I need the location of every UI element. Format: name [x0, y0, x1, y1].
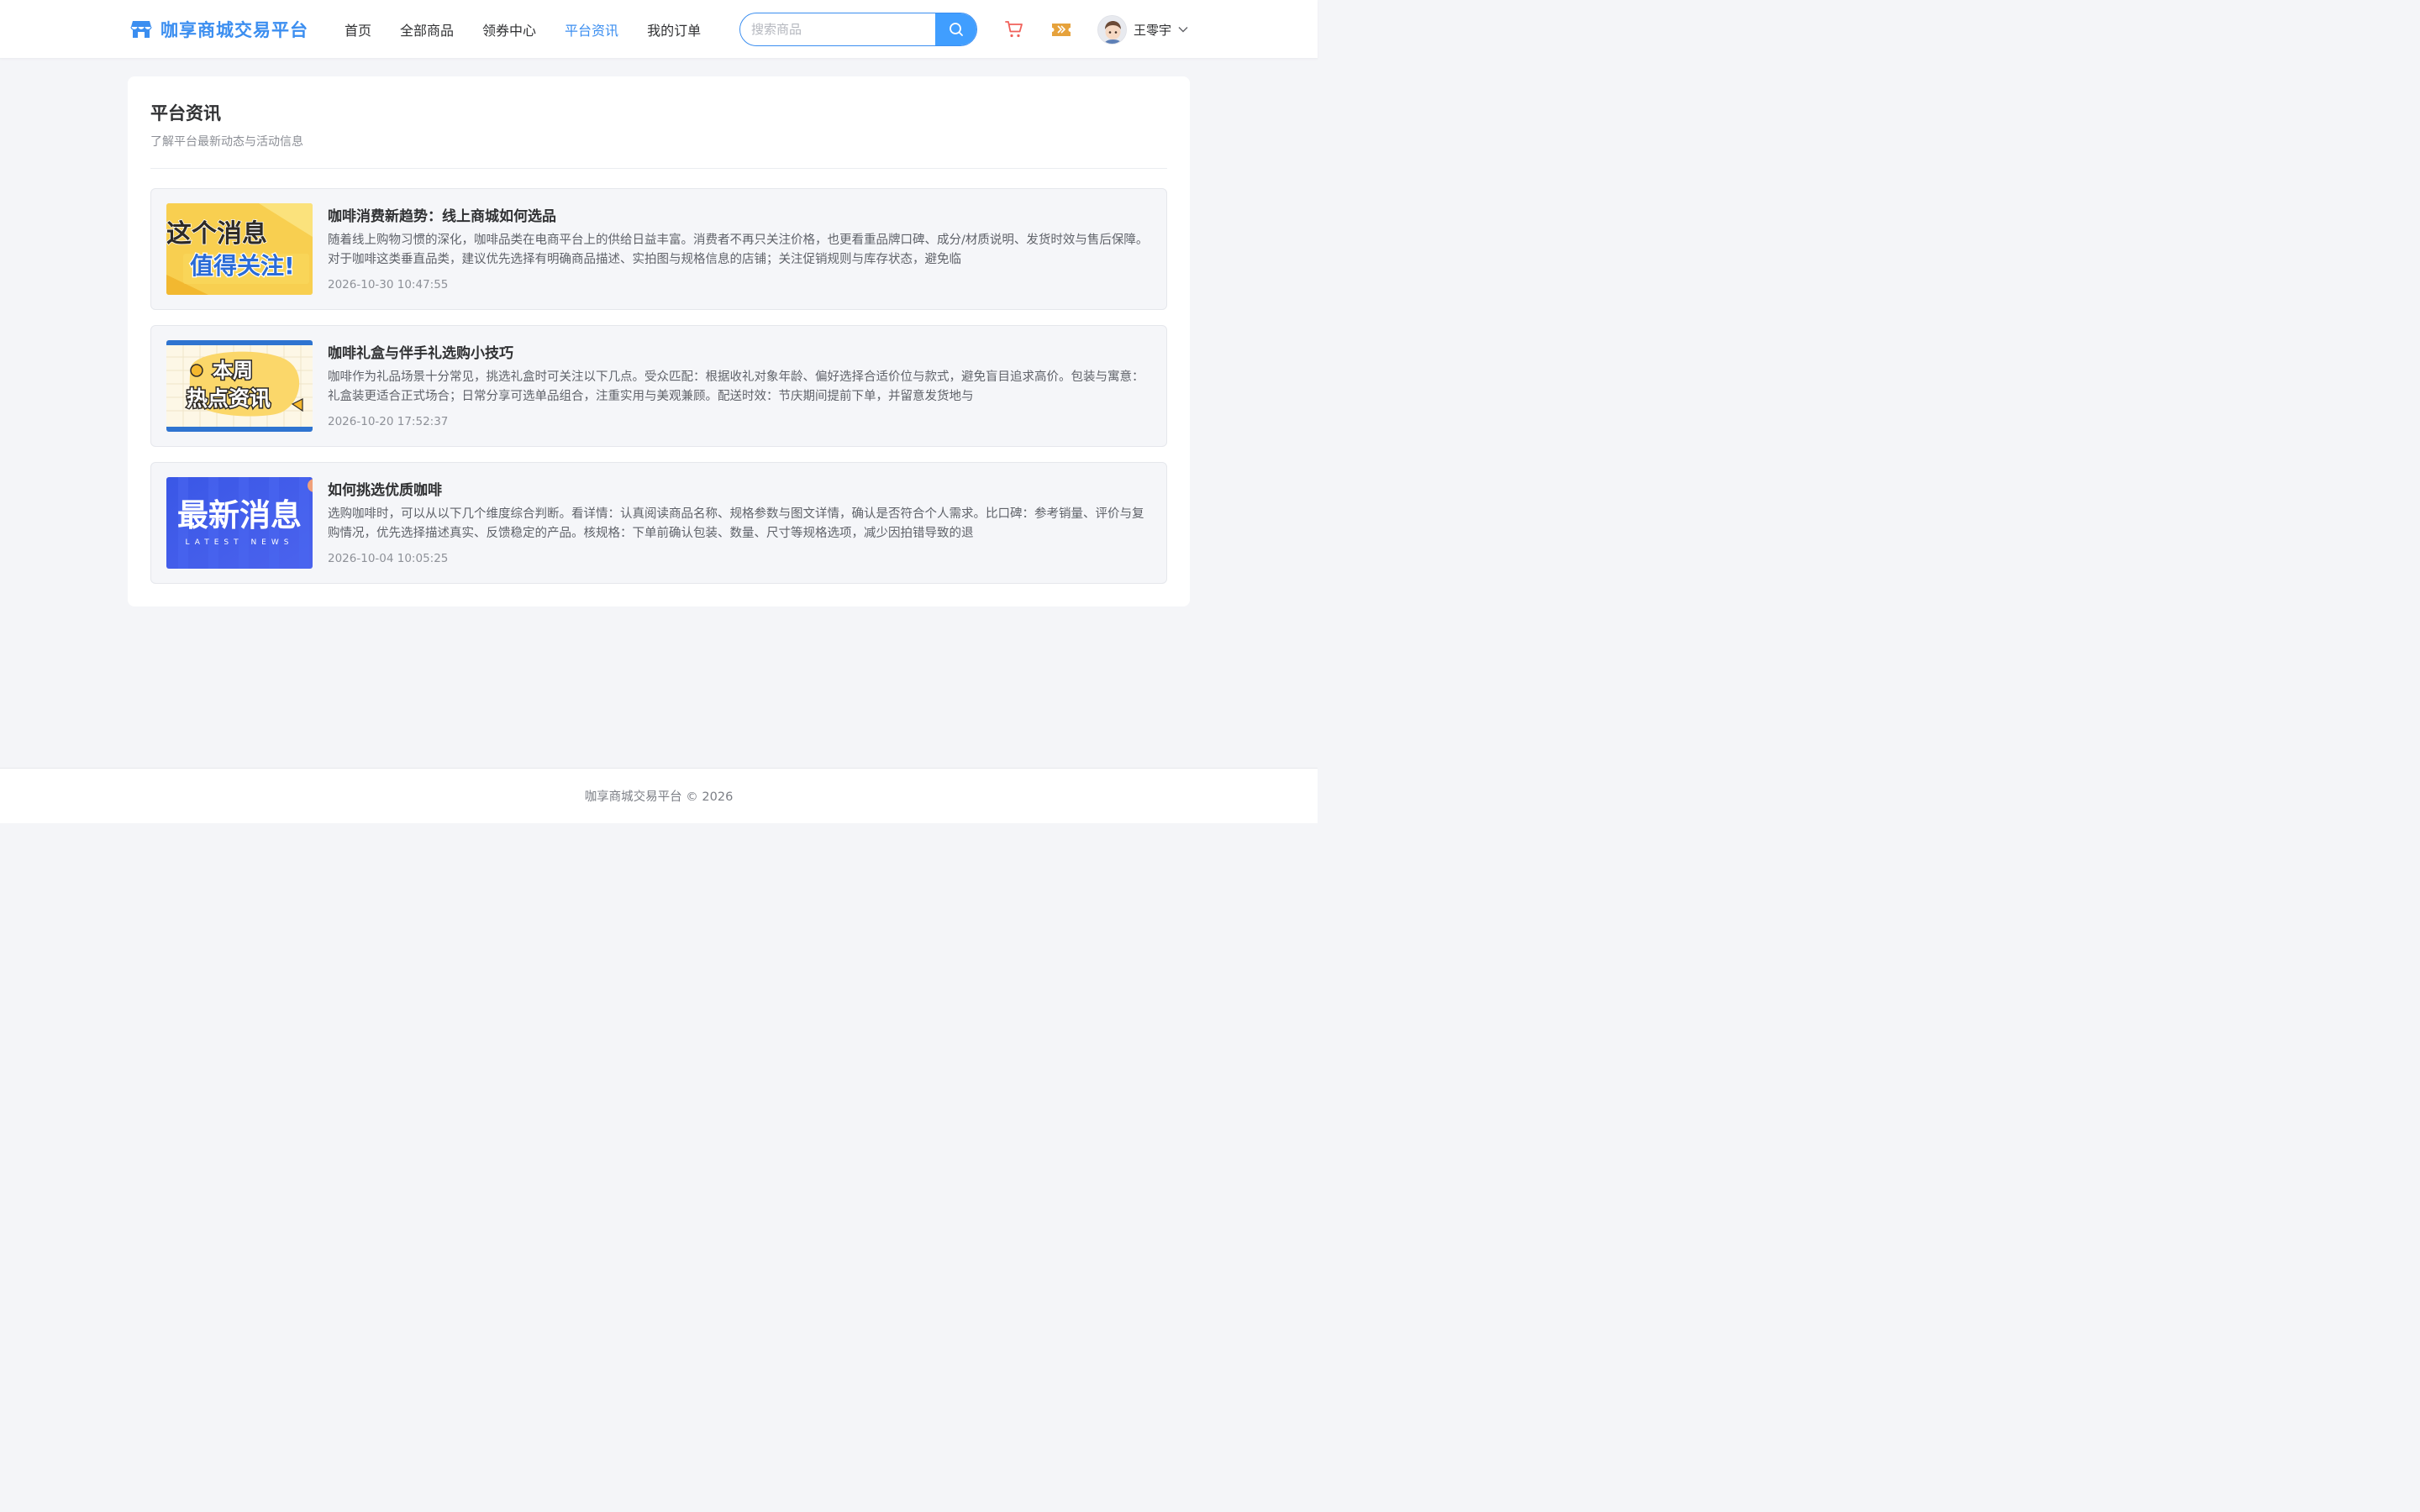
- news-item[interactable]: 本周 热点资讯 咖啡礼盒与伴手礼选购小技巧 咖啡作为礼品场景十分常见，挑选礼盒时…: [150, 325, 1167, 447]
- thumb-text-line2: 热点资讯: [187, 386, 271, 411]
- top-navbar: 咖享商城交易平台 首页 全部商品 领券中心 平台资讯 我的订单 搜索商品 王零宇: [0, 0, 1318, 59]
- thumb-text-line2: 值得关注!: [190, 252, 295, 280]
- avatar: [1097, 14, 1127, 45]
- news-thumbnail: 最新消息 LATEST NEWS: [166, 477, 313, 569]
- news-item[interactable]: 最新消息 LATEST NEWS 如何挑选优质咖啡 选购咖啡时，可以从以下几个维…: [150, 462, 1167, 584]
- news-thumbnail: 本周 热点资讯: [166, 340, 313, 432]
- brand-logo[interactable]: 咖享商城交易平台: [130, 15, 308, 44]
- thumb-text-line1: 这个消息: [166, 219, 267, 249]
- user-name: 王零宇: [1134, 22, 1172, 38]
- search-input[interactable]: [740, 13, 935, 45]
- news-summary: 咖啡作为礼品场景十分常见，挑选礼盒时可关注以下几点。受众匹配：根据收礼对象年龄、…: [328, 370, 1144, 403]
- footer: 咖享商城交易平台 © 2026: [0, 768, 1318, 823]
- news-time: 2026-10-04 10:05:25: [328, 552, 449, 565]
- thumb-text-line2: LATEST NEWS: [186, 538, 294, 547]
- search-button[interactable]: [935, 13, 976, 45]
- news-summary: 选购咖啡时，可以从以下几个维度综合判断。看详情：认真阅读商品名称、规格参数与图文…: [328, 507, 1144, 540]
- nav-item-coupon-center[interactable]: 领券中心: [482, 19, 536, 39]
- brand-name: 咖享商城交易平台: [160, 20, 308, 40]
- search-icon: [949, 23, 963, 36]
- news-item[interactable]: 这个消息 值得关注! 咖啡消费新趋势：线上商城如何选品 随着线上购物习惯的深化，…: [150, 188, 1167, 310]
- news-title[interactable]: 咖啡礼盒与伴手礼选购小技巧: [328, 341, 513, 362]
- latest-news-image: 最新消息 LATEST NEWS: [166, 477, 313, 569]
- nav-item-my-orders[interactable]: 我的订单: [647, 19, 701, 39]
- user-menu[interactable]: 王零宇: [1097, 14, 1188, 45]
- thumb-text-line1: 本周: [213, 359, 253, 382]
- news-panel: 平台资讯 了解平台最新动态与活动信息 这个消息 值得关注! 咖啡消费新趋势：线上…: [128, 76, 1190, 606]
- news-list: 这个消息 值得关注! 咖啡消费新趋势：线上商城如何选品 随着线上购物习惯的深化，…: [150, 188, 1167, 599]
- news-thumbnail: 这个消息 值得关注!: [166, 203, 313, 295]
- news-time: 2026-10-30 10:47:55: [328, 278, 449, 291]
- page-subtitle: 了解平台最新动态与活动信息: [150, 135, 303, 149]
- main-nav: 首页 全部商品 领券中心 平台资讯 我的订单: [345, 0, 729, 59]
- weekly-hot-news-image: 本周 热点资讯: [166, 340, 313, 432]
- divider: [150, 168, 1167, 169]
- coupon-icon[interactable]: [1051, 20, 1071, 39]
- news-title[interactable]: 如何挑选优质咖啡: [328, 478, 442, 499]
- thumb-text-line1: 最新消息: [177, 497, 302, 533]
- footer-copyright: 咖享商城交易平台 © 2026: [584, 790, 734, 804]
- nav-item-platform-news[interactable]: 平台资讯: [565, 19, 618, 39]
- chevron-down-icon: [1178, 27, 1188, 33]
- cart-icon[interactable]: [1004, 19, 1024, 39]
- news-summary: 随着线上购物习惯的深化，咖啡品类在电商平台上的供给日益丰富。消费者不再只关注价格…: [328, 234, 1149, 266]
- yellow-banner-image: 这个消息 值得关注!: [166, 203, 313, 295]
- page-title: 平台资讯: [150, 103, 221, 123]
- search-bar: [739, 13, 977, 46]
- nav-item-all-products[interactable]: 全部商品: [400, 19, 454, 39]
- news-time: 2026-10-20 17:52:37: [328, 415, 449, 428]
- nav-item-home[interactable]: 首页: [345, 19, 371, 39]
- store-icon: [130, 21, 152, 38]
- news-title[interactable]: 咖啡消费新趋势：线上商城如何选品: [328, 204, 556, 225]
